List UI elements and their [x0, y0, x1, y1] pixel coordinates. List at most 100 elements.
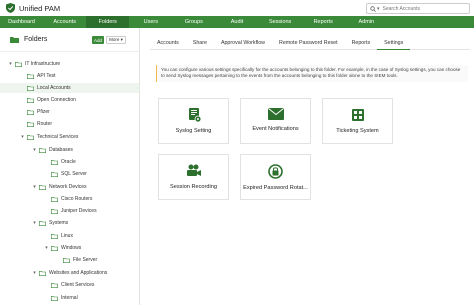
tree-item-label: Pfizer	[37, 109, 50, 115]
shield-logo-icon	[6, 3, 15, 13]
tree-item-label: Client Services	[61, 282, 95, 288]
folder-icon	[51, 159, 58, 165]
tree-item-label: Websites and Applications	[49, 270, 108, 276]
tree-item[interactable]: ▾ Systems	[0, 218, 68, 228]
tree-item-label: API Test	[37, 73, 56, 79]
folder-icon	[15, 61, 22, 67]
video-camera-icon	[186, 164, 201, 176]
event-notifications-card[interactable]: Event Notifications	[240, 98, 311, 144]
folder-icon	[27, 73, 34, 79]
tree-item[interactable]: Client Services	[0, 280, 94, 290]
tree-item-label: Open Connection	[37, 97, 76, 103]
main-nav: Dashboard Accounts Folders Users Groups Audit…	[0, 16, 474, 28]
tree-item[interactable]: API Test	[0, 71, 56, 81]
expired-password-rotat-card[interactable]: Expired Password Rotat...	[240, 154, 311, 200]
tree-item[interactable]: ▾ Websites and Applications	[0, 268, 107, 278]
folder-icon	[39, 220, 46, 226]
add-folder-button[interactable]: Add	[92, 36, 104, 44]
search-box[interactable]: ▾	[366, 3, 470, 14]
top-bar: Unified PAM ▾	[0, 0, 474, 16]
search-icon	[370, 5, 376, 12]
nav-sessions[interactable]: Sessions	[259, 16, 302, 28]
info-banner: You can configure various settings speci…	[156, 65, 468, 82]
card-label: Session Recording	[170, 184, 217, 190]
card-label: Ticketing System	[336, 128, 379, 134]
folder-icon	[39, 147, 46, 153]
envelope-icon	[267, 108, 284, 120]
tab-share[interactable]: Share	[186, 36, 214, 50]
tree-item[interactable]: Local Accounts	[0, 83, 139, 93]
sidebar-title: Folders	[24, 36, 48, 43]
collapse-toggle-icon[interactable]: ▾	[32, 220, 37, 226]
folder-icon	[27, 97, 34, 103]
folders-sidebar: Folders Add More ▾ ▾ IT Infrastructure API…	[0, 28, 140, 305]
nav-audit[interactable]: Audit	[215, 16, 258, 28]
tree-item-label: Linux	[61, 233, 73, 239]
tree-item[interactable]: Open Connection	[0, 95, 76, 105]
tree-item-label: Network Devices	[49, 184, 87, 190]
ticketing-system-card[interactable]: Ticketing System	[322, 98, 393, 144]
tree-item-label: IT Infrastructure	[25, 61, 61, 67]
tree-item-label: Databases	[49, 147, 73, 153]
session-recording-card[interactable]: Session Recording	[158, 154, 229, 200]
folder-icon	[51, 171, 58, 177]
tree-item[interactable]: ▾ Windows	[0, 243, 81, 253]
tree-item[interactable]: Linux	[0, 231, 73, 241]
more-button[interactable]: More ▾	[106, 36, 126, 44]
folder-icon	[51, 245, 58, 251]
collapse-toggle-icon[interactable]: ▾	[32, 270, 37, 276]
nav-accounts[interactable]: Accounts	[43, 16, 86, 28]
tree-item[interactable]: File Server	[0, 255, 97, 265]
nav-reports[interactable]: Reports	[302, 16, 345, 28]
tree-item[interactable]: Pfizer	[0, 107, 50, 117]
nav-admin[interactable]: Admin	[345, 16, 388, 28]
tab-approval-workflow[interactable]: Approval Workflow	[214, 36, 272, 50]
collapse-toggle-icon[interactable]: ▾	[8, 61, 13, 67]
nav-users[interactable]: Users	[129, 16, 172, 28]
tree-item[interactable]: Internal	[0, 293, 78, 303]
folder-icon	[10, 37, 19, 43]
collapse-toggle-icon[interactable]: ▾	[32, 147, 37, 153]
tree-item[interactable]: Juniper Devices	[0, 206, 97, 216]
collapse-toggle-icon[interactable]: ▾	[32, 184, 37, 190]
collapse-toggle-icon[interactable]: ▾	[20, 134, 25, 140]
syslog-icon	[188, 108, 201, 122]
tree-item[interactable]: ▾ IT Infrastructure	[0, 59, 60, 69]
tree-item[interactable]: Cisco Routers	[0, 194, 92, 204]
card-label: Event Notifications	[252, 126, 299, 132]
nav-folders[interactable]: Folders	[86, 16, 130, 28]
nav-dashboard[interactable]: Dashboard	[0, 16, 43, 28]
folder-icon	[27, 109, 34, 115]
tab-remote-password-reset[interactable]: Remote Password Reset	[272, 36, 345, 50]
tab-settings[interactable]: Settings	[377, 36, 411, 50]
collapse-toggle-icon[interactable]: ▾	[44, 245, 49, 251]
tab-accounts[interactable]: Accounts	[150, 36, 186, 50]
tree-item-label: Local Accounts	[37, 85, 71, 91]
folder-icon	[39, 270, 46, 276]
folder-icon	[39, 184, 46, 190]
nav-groups[interactable]: Groups	[172, 16, 215, 28]
tab-reports[interactable]: Reports	[345, 36, 378, 50]
folder-icon	[51, 233, 58, 239]
app-title: Unified PAM	[19, 3, 61, 13]
tree-item-label: Router	[37, 121, 53, 127]
tree-item-label: SQL Server	[61, 171, 87, 177]
tree-item[interactable]: ▾ Databases	[0, 145, 73, 155]
tree-item[interactable]: ▾ Network Devices	[0, 182, 87, 192]
tree-item-label: File Server	[73, 257, 98, 263]
tree-item[interactable]: Router	[0, 119, 52, 129]
tree-item-label: Internal	[61, 295, 78, 301]
tree-item[interactable]: Oracle	[0, 157, 76, 167]
syslog-setting-card[interactable]: Syslog Setting	[158, 98, 229, 144]
main-content: Accounts Share Approval Workflow Remote Pas…	[150, 28, 470, 305]
search-scope-dropdown-icon[interactable]: ▾	[377, 6, 380, 12]
lock-rotate-icon	[268, 164, 283, 179]
tree-item-label: Cisco Routers	[61, 196, 93, 202]
app-logo[interactable]: Unified PAM	[6, 3, 60, 13]
search-input[interactable]	[382, 4, 463, 13]
folder-icon	[51, 196, 58, 202]
folder-icon	[27, 85, 34, 91]
tree-item[interactable]: SQL Server	[0, 169, 87, 179]
folder-icon	[63, 257, 70, 263]
tree-item[interactable]: ▾ Technical Services	[0, 132, 78, 142]
